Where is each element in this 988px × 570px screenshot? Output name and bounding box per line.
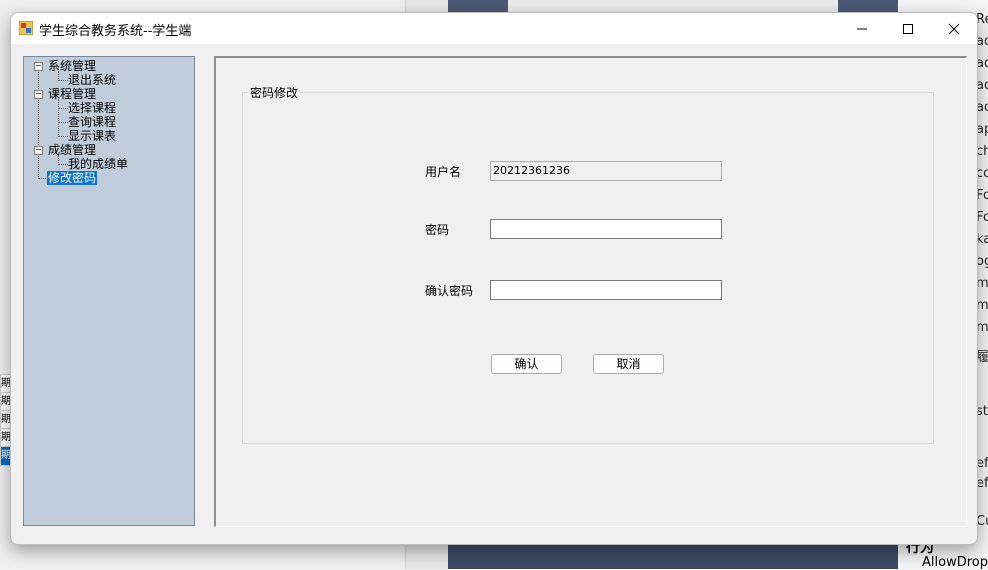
tree-connector [58, 99, 59, 137]
tree-node-exit-system[interactable]: 退出系统 [68, 73, 116, 87]
username-field[interactable]: 20212361236 [490, 161, 722, 181]
tree-connector [58, 122, 68, 123]
allow-drop-label: AllowDrop [922, 555, 988, 570]
collapse-toggle-icon[interactable]: − [34, 146, 43, 155]
title-bar[interactable]: 学生综合教务系统--学生端 [11, 13, 977, 44]
tree-node-query-course[interactable]: 查询课程 [68, 115, 116, 129]
tree-node-grade-management[interactable]: 成绩管理 [48, 143, 96, 157]
confirm-password-label: 确认密码 [425, 284, 474, 298]
close-button[interactable] [931, 13, 977, 44]
app-icon [19, 21, 33, 35]
minimize-icon [857, 28, 867, 29]
confirm-button[interactable]: 确认 [491, 354, 562, 374]
tree-connector [58, 80, 68, 81]
window-title: 学生综合教务系统--学生端 [39, 24, 192, 39]
tree-node-change-password[interactable]: 修改密码 [47, 171, 98, 185]
navigation-tree[interactable]: − − − 系统管理 退出系统 课程管理 选择课程 查询课程 显示课表 成绩管理… [23, 56, 195, 526]
main-window: 学生综合教务系统--学生端 − − − 系统管理 退出系统 课程管理 选择课程 [10, 12, 978, 545]
tree-connector [58, 136, 68, 137]
tree-connector [38, 69, 39, 179]
collapse-toggle-icon[interactable]: − [34, 62, 43, 71]
minimize-button[interactable] [839, 13, 885, 44]
tree-node-system-management[interactable]: 系统管理 [48, 59, 96, 73]
tree-node-my-grades[interactable]: 我的成绩单 [68, 157, 128, 171]
tree-connector [58, 164, 68, 165]
username-label: 用户名 [425, 165, 462, 179]
password-change-group: 密码修改 用户名 20212361236 密码 确认密码 确认 取消 [242, 84, 934, 444]
confirm-password-field[interactable] [490, 280, 722, 300]
password-label: 密码 [425, 223, 450, 237]
close-icon [948, 23, 960, 34]
maximize-icon [903, 23, 913, 34]
cancel-button[interactable]: 取消 [593, 354, 664, 374]
tree-node-select-course[interactable]: 选择课程 [68, 101, 116, 115]
collapse-toggle-icon[interactable]: − [34, 90, 43, 99]
tree-node-show-schedule[interactable]: 显示课表 [68, 129, 116, 143]
group-title: 密码修改 [248, 84, 301, 101]
maximize-button[interactable] [885, 13, 931, 44]
tree-connector [58, 108, 68, 109]
password-field[interactable] [490, 219, 722, 239]
content-panel: 密码修改 用户名 20212361236 密码 确认密码 确认 取消 [214, 56, 967, 527]
tree-node-course-management[interactable]: 课程管理 [48, 87, 96, 101]
